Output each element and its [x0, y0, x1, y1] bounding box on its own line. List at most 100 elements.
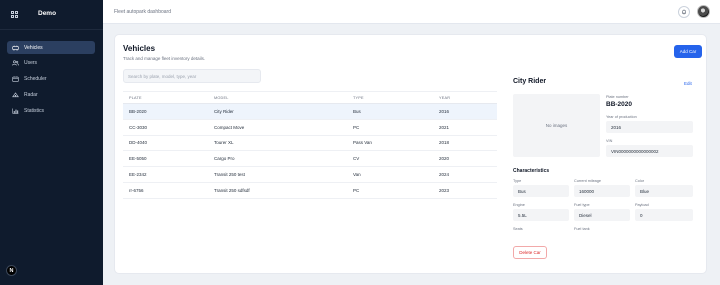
- cell-year: 2018: [439, 140, 450, 146]
- sidebar-item-scheduler[interactable]: Scheduler: [7, 73, 95, 86]
- cell-model: Tourer XL: [214, 140, 234, 146]
- vin-field: VIN0000000000000002: [606, 145, 693, 157]
- sidebar-item-label: Scheduler: [24, 76, 47, 83]
- brand[interactable]: Demo: [11, 10, 56, 18]
- field-label-type: Type: [513, 179, 522, 183]
- avatar[interactable]: [697, 5, 710, 18]
- field-value-type: Bus: [518, 188, 526, 194]
- sidebar: Demo Vehicles Users Scheduler Radar Stat…: [0, 0, 103, 285]
- field-label-engine: Engine: [513, 203, 525, 207]
- top-header: Fleet autopark dashboard: [103, 0, 720, 24]
- column-header-plate[interactable]: PLATE: [129, 96, 142, 100]
- vehicles-card: Vehicles Track and manage fleet inventor…: [114, 34, 707, 274]
- app-name: Demo: [38, 10, 57, 17]
- table-header: PLATE MODEL TYPE YEAR: [123, 91, 497, 104]
- column-header-type[interactable]: TYPE: [353, 96, 364, 100]
- cell-model: Cargo Pro: [214, 156, 235, 162]
- plate-label: Plate number: [606, 95, 629, 99]
- sidebar-item-vehicles[interactable]: Vehicles: [7, 41, 95, 54]
- vehicles-table: PLATE MODEL TYPE YEAR BB-2020 City Rider…: [123, 91, 497, 199]
- field-payload: 0: [635, 209, 693, 221]
- sidebar-item-users[interactable]: Users: [7, 57, 95, 70]
- chart-icon: [12, 108, 19, 114]
- sidebar-item-radar[interactable]: Radar: [7, 88, 95, 101]
- cell-type: Bus: [353, 108, 361, 114]
- sidebar-divider: [0, 29, 103, 30]
- year-label: Year of production: [606, 115, 637, 119]
- year-field: 2016: [606, 121, 693, 133]
- cell-model: Compact Move: [214, 124, 245, 130]
- bell-icon[interactable]: [678, 6, 690, 18]
- sidebar-nav: Vehicles Users Scheduler Radar Statistic…: [7, 41, 95, 120]
- n-badge[interactable]: N: [6, 265, 17, 276]
- sidebar-item-label: Radar: [24, 91, 38, 98]
- sidebar-item-label: Vehicles: [24, 44, 43, 51]
- calendar-icon: [12, 76, 19, 82]
- cell-plate: BB-2020: [129, 108, 147, 114]
- field-label-fuel-tank: Fuel tank: [574, 227, 590, 231]
- sidebar-item-label: Statistics: [24, 107, 45, 114]
- table-row[interactable]: CC-3030 Compact Move PC 2021: [123, 120, 497, 136]
- header-title: Fleet autopark dashboard: [114, 9, 171, 15]
- search-input[interactable]: [123, 69, 261, 83]
- cell-plate: EE-2342: [129, 172, 147, 178]
- column-header-model[interactable]: MODEL: [214, 96, 229, 100]
- field-mileage: 160000: [574, 185, 630, 197]
- sidebar-item-statistics[interactable]: Statistics: [7, 104, 95, 117]
- cell-model: Transit 250 test: [214, 172, 245, 178]
- plate-value: BB-2020: [606, 101, 633, 108]
- vin-value: VIN0000000000000002: [611, 148, 659, 154]
- field-label-seats: Seats: [513, 227, 523, 231]
- table-row[interactable]: DD-4040 Tourer XL Pass Van 2018: [123, 136, 497, 152]
- cell-model: Transit 250 sdfsdf: [214, 187, 250, 193]
- page-subtitle: Track and manage fleet inventory details…: [123, 56, 206, 61]
- cell-model: City Rider: [214, 108, 234, 114]
- cell-type: PC: [353, 124, 360, 130]
- table-row[interactable]: EE-2342 Transit 250 test Van 2024: [123, 167, 497, 183]
- field-type: Bus: [513, 185, 569, 197]
- cell-year: 2016: [439, 108, 450, 114]
- table-row[interactable]: rr-6756 Transit 250 sdfsdf PC 2023: [123, 183, 497, 199]
- field-label-payload: Payload: [635, 203, 649, 207]
- field-color: Blue: [635, 185, 693, 197]
- edit-link[interactable]: Edit: [684, 81, 692, 86]
- car-icon: [12, 45, 19, 51]
- cell-plate: EE-5050: [129, 156, 147, 162]
- radar-icon: [12, 92, 19, 98]
- grid-icon: [11, 11, 18, 18]
- field-value-payload: 0: [640, 212, 643, 218]
- field-engine: 5.5L: [513, 209, 569, 221]
- field-value-fuel-type: Diesel: [579, 212, 592, 218]
- no-images-text: No images: [545, 123, 568, 128]
- cell-plate: rr-6756: [129, 187, 144, 193]
- sidebar-item-label: Users: [24, 60, 38, 67]
- cell-type: PC: [353, 187, 360, 193]
- table-row[interactable]: BB-2020 City Rider Bus 2016: [123, 104, 497, 120]
- cell-year: 2024: [439, 172, 450, 178]
- column-header-year[interactable]: YEAR: [439, 96, 450, 100]
- field-label-fuel-type: Fuel type: [574, 203, 590, 207]
- field-fuel-type: Diesel: [574, 209, 630, 221]
- cell-type: CV: [353, 156, 360, 162]
- vin-label: VIN: [606, 139, 613, 143]
- image-placeholder: No images: [513, 94, 600, 157]
- table-row[interactable]: EE-5050 Cargo Pro CV 2020: [123, 151, 497, 168]
- users-icon: [12, 60, 19, 66]
- year-value: 2016: [611, 124, 622, 130]
- cell-year: 2023: [439, 187, 450, 193]
- cell-type: Van: [353, 172, 361, 178]
- cell-year: 2021: [439, 124, 450, 130]
- field-value-color: Blue: [640, 188, 650, 194]
- detail-title: City Rider: [513, 78, 547, 85]
- field-value-engine: 5.5L: [518, 212, 527, 218]
- cell-plate: DD-4040: [129, 140, 148, 146]
- cell-type: Pass Van: [353, 140, 372, 146]
- field-value-mileage: 160000: [579, 188, 595, 194]
- field-label-color: Color: [635, 179, 645, 183]
- cell-plate: CC-3030: [129, 124, 148, 130]
- add-car-button[interactable]: Add Car: [674, 45, 702, 58]
- cell-year: 2020: [439, 156, 450, 162]
- delete-car-button[interactable]: Delete Car: [513, 246, 547, 259]
- page-title: Vehicles: [123, 44, 156, 53]
- characteristics-title: Characteristics: [513, 168, 550, 174]
